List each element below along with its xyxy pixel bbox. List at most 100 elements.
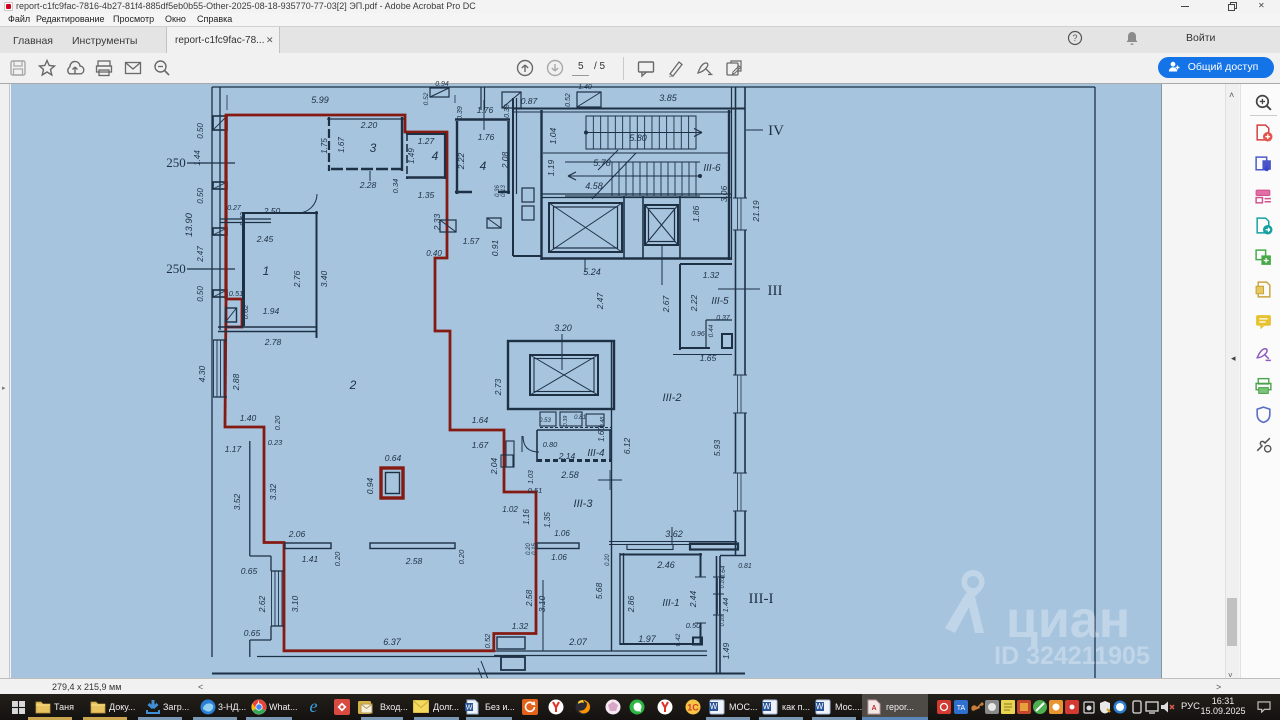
svg-text:13.90: 13.90 [184,212,195,236]
svg-text:W: W [466,705,473,712]
svg-text:2.20: 2.20 [360,120,378,130]
svg-text:0.81: 0.81 [574,415,586,421]
svg-text:1.06: 1.06 [551,553,567,562]
svg-text:5.99: 5.99 [311,95,329,105]
svg-text:IV: IV [768,123,784,139]
svg-text:250: 250 [166,261,186,276]
svg-text:0.42: 0.42 [240,212,247,226]
svg-text:2.14: 2.14 [558,451,576,461]
svg-text:0.44: 0.44 [708,324,715,337]
svg-text:0.52: 0.52 [423,92,430,105]
svg-text:0.37: 0.37 [716,315,731,322]
svg-text:4: 4 [480,159,487,173]
svg-text:0.91: 0.91 [490,239,500,256]
svg-text:1.64: 1.64 [472,415,489,425]
svg-text:0.15: 0.15 [532,543,538,555]
svg-text:W: W [816,702,824,711]
svg-text:1.03: 1.03 [528,470,535,484]
svg-text:1: 1 [263,264,270,278]
svg-text:3.32: 3.32 [268,483,278,500]
svg-text:0.27: 0.27 [227,205,242,212]
svg-text:1.19: 1.19 [546,159,556,176]
svg-text:3.10: 3.10 [290,595,300,612]
svg-text:2: 2 [349,378,357,392]
svg-text:0.20: 0.20 [457,549,466,564]
svg-text:0.81: 0.81 [738,563,752,570]
svg-text:1.40: 1.40 [240,413,257,423]
svg-text:2.47: 2.47 [196,246,205,263]
svg-text:0.42: 0.42 [675,633,682,646]
svg-text:0.64: 0.64 [720,565,727,578]
svg-text:0.51: 0.51 [229,289,244,298]
svg-text:1.65: 1.65 [700,353,717,363]
svg-text:1С: 1С [687,703,699,713]
svg-text:0.65: 0.65 [241,566,258,576]
svg-text:1.44: 1.44 [721,598,730,613]
svg-text:1.76: 1.76 [477,105,494,115]
svg-text:2.58: 2.58 [405,556,423,566]
svg-text:0.20: 0.20 [605,554,611,566]
svg-text:2.06: 2.06 [288,529,306,539]
svg-text:2.88: 2.88 [231,373,241,391]
svg-text:0.94: 0.94 [435,81,449,88]
svg-text:0.20: 0.20 [273,415,282,430]
svg-text:1.60: 1.60 [597,426,606,442]
svg-text:0.94: 0.94 [365,477,375,494]
svg-text:0.50: 0.50 [196,188,205,204]
svg-text:5.80: 5.80 [629,133,647,143]
svg-text:2.08: 2.08 [500,151,510,169]
svg-text:W: W [763,702,771,711]
svg-text:2.22: 2.22 [456,152,466,170]
svg-text:6.37: 6.37 [383,637,402,647]
svg-text:III-3: III-3 [574,498,594,510]
svg-text:2.44: 2.44 [688,590,698,608]
svg-text:3.20: 3.20 [554,323,572,333]
svg-text:1.67: 1.67 [472,440,489,450]
svg-text:1.49: 1.49 [407,148,416,164]
svg-text:0.52: 0.52 [565,93,572,107]
svg-text:6.12: 6.12 [622,437,632,454]
svg-text:III-4: III-4 [587,448,605,459]
svg-text:0.50: 0.50 [686,621,701,630]
svg-text:1.16: 1.16 [522,509,531,525]
svg-text:III-2: III-2 [663,392,682,404]
svg-text:5.24: 5.24 [583,267,601,277]
svg-text:III: III [768,283,783,299]
svg-text:1.02: 1.02 [502,505,518,514]
svg-text:2.46: 2.46 [656,560,675,570]
svg-text:0.23: 0.23 [268,438,283,447]
svg-text:W: W [710,702,718,711]
svg-text:2.58: 2.58 [560,470,579,480]
svg-text:4.58: 4.58 [585,181,603,191]
svg-text:1.32: 1.32 [512,621,529,631]
svg-text:0.64: 0.64 [385,453,402,463]
svg-text:0.87: 0.87 [521,96,538,106]
svg-text:21.19: 21.19 [751,200,761,223]
svg-text:2.78: 2.78 [264,337,282,347]
svg-text:3.10: 3.10 [537,595,547,612]
svg-text:4: 4 [432,149,439,163]
svg-text:0.40: 0.40 [426,249,442,258]
svg-text:1.17: 1.17 [225,444,242,454]
svg-text:4.30: 4.30 [197,365,207,382]
svg-text:1.67: 1.67 [337,137,346,153]
svg-text:III-1: III-1 [662,598,679,609]
svg-text:0.39: 0.39 [457,106,464,120]
svg-text:2.67: 2.67 [661,295,671,313]
svg-text:0.51: 0.51 [528,486,543,495]
svg-text:0.10: 0.10 [720,577,726,589]
svg-text:2.22: 2.22 [689,294,699,312]
svg-text:3: 3 [370,141,377,155]
svg-text:1.97: 1.97 [638,634,657,644]
svg-text:3.85: 3.85 [659,93,678,103]
svg-text:0.10: 0.10 [720,615,726,627]
svg-text:циан: циан [1006,591,1130,649]
svg-text:0.39: 0.39 [504,104,511,118]
svg-text:0.13: 0.13 [501,185,507,197]
svg-text:2.58: 2.58 [524,589,534,607]
svg-text:3.52: 3.52 [232,493,242,510]
svg-text:5.93: 5.93 [712,439,722,456]
svg-text:1.06: 1.06 [554,529,570,538]
svg-text:0.48: 0.48 [600,416,606,428]
svg-text:2.62: 2.62 [257,595,267,613]
